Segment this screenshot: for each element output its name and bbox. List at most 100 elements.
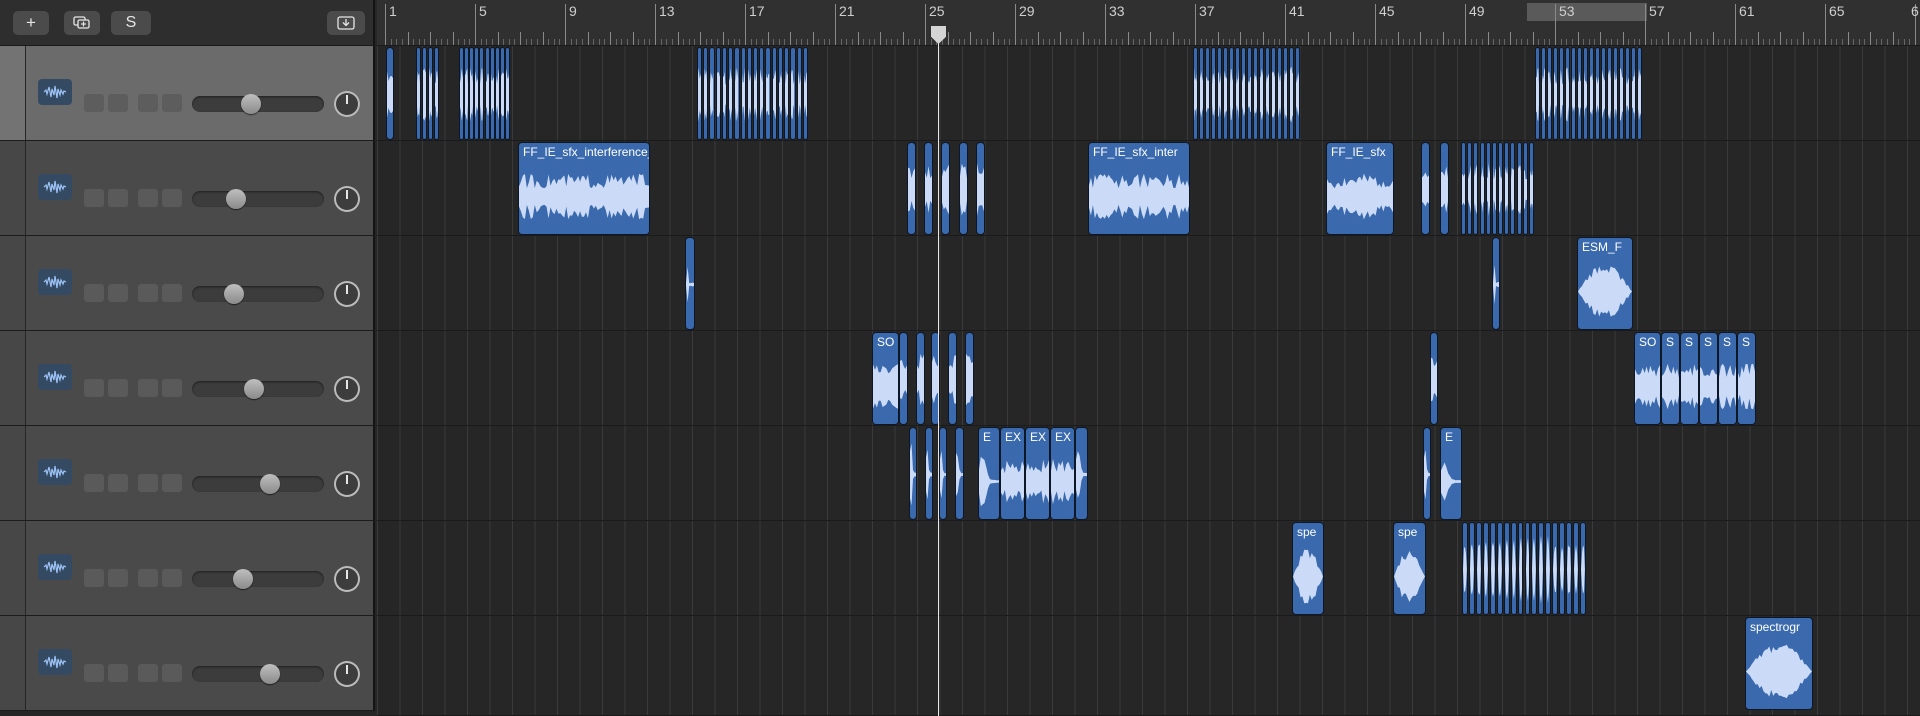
audio-region[interactable] [1571,47,1576,140]
track-lane[interactable] [377,616,1920,716]
audio-region[interactable] [959,142,968,235]
audio-region[interactable] [703,47,709,140]
track-header[interactable] [0,616,375,711]
audio-region[interactable] [1565,47,1570,140]
track-header[interactable] [0,46,375,141]
track-lane[interactable] [377,521,1920,616]
audio-region[interactable]: E [1440,427,1462,520]
audio-region[interactable] [1517,522,1524,615]
audio-region[interactable]: SO [872,332,899,425]
audio-region[interactable] [1559,47,1564,140]
input-monitor-button[interactable] [162,379,182,397]
audio-region[interactable] [1552,522,1559,615]
mute-button[interactable] [84,189,104,207]
audio-region[interactable] [1601,47,1606,140]
audio-region[interactable] [1235,47,1240,140]
audio-region[interactable] [1491,142,1497,235]
mute-button[interactable] [84,474,104,492]
mute-button[interactable] [84,664,104,682]
volume-slider[interactable] [192,664,324,684]
solo-button[interactable] [108,284,128,302]
audio-region[interactable] [925,427,933,520]
audio-region[interactable] [1583,47,1588,140]
audio-region[interactable]: FF_IE_sfx [1326,142,1394,235]
audio-region[interactable] [1423,427,1431,520]
solo-button[interactable] [108,474,128,492]
record-enable-button[interactable] [138,474,158,492]
track-header[interactable] [0,236,375,331]
audio-region[interactable] [899,332,908,425]
audio-region[interactable] [1479,142,1485,235]
audio-region[interactable] [428,47,433,140]
arrange-area[interactable]: FF_IE_sfx_interference_ex FF_IE_sfx_inter… [377,46,1920,716]
download-button[interactable] [327,11,365,35]
audio-region[interactable] [697,47,703,140]
s-toggle-button[interactable]: S [111,11,151,35]
track-header[interactable] [0,521,375,616]
audio-region[interactable] [1531,522,1538,615]
audio-region[interactable]: EX [1025,427,1050,520]
track-header[interactable] [0,141,375,236]
audio-region[interactable]: spe [1292,522,1324,615]
record-enable-button[interactable] [138,189,158,207]
audio-region[interactable] [1467,142,1473,235]
audio-region[interactable] [434,47,439,140]
audio-region[interactable] [1075,427,1088,520]
track-header[interactable] [0,331,375,426]
record-enable-button[interactable] [138,94,158,112]
audio-region[interactable] [1253,47,1258,140]
audio-region[interactable] [1528,142,1534,235]
audio-region[interactable]: S [1661,332,1680,425]
solo-button[interactable] [108,94,128,112]
mute-button[interactable] [84,94,104,112]
audio-region[interactable]: S [1699,332,1718,425]
audio-region[interactable] [1241,47,1246,140]
audio-region[interactable] [1217,47,1222,140]
audio-region[interactable] [1498,142,1504,235]
audio-region[interactable] [1516,142,1522,235]
add-track-button[interactable]: + [13,11,49,35]
record-enable-button[interactable] [138,379,158,397]
audio-region[interactable]: spe [1393,522,1426,615]
audio-region[interactable] [1440,142,1449,235]
audio-region[interactable] [1496,522,1503,615]
duplicate-track-button[interactable] [64,11,100,35]
record-enable-button[interactable] [138,569,158,587]
volume-slider[interactable] [192,94,324,114]
audio-region[interactable] [484,47,490,140]
input-monitor-button[interactable] [162,189,182,207]
volume-slider[interactable] [192,474,324,494]
volume-slider-thumb[interactable] [241,94,262,114]
audio-region[interactable] [715,47,721,140]
audio-region[interactable]: FF_IE_sfx_inter [1088,142,1190,235]
audio-region[interactable] [771,47,777,140]
volume-slider-thumb[interactable] [244,379,265,399]
track-header[interactable] [0,426,375,521]
solo-button[interactable] [108,569,128,587]
audio-region[interactable] [955,427,964,520]
audio-region[interactable]: S [1737,332,1756,425]
audio-region[interactable]: FF_IE_sfx_interference_ex [518,142,650,235]
audio-region[interactable] [1619,47,1624,140]
audio-region[interactable] [1547,47,1552,140]
audio-region[interactable] [1492,237,1500,330]
audio-region[interactable] [1199,47,1204,140]
volume-slider[interactable] [192,284,324,304]
audio-region[interactable] [1637,47,1642,140]
audio-region[interactable] [1613,47,1618,140]
input-monitor-button[interactable] [162,569,182,587]
audio-region[interactable] [909,427,917,520]
audio-region[interactable] [734,47,740,140]
audio-region[interactable] [422,47,427,140]
audio-region[interactable] [753,47,759,140]
solo-button[interactable] [108,664,128,682]
track-lane[interactable] [377,426,1920,521]
audio-region[interactable] [1524,522,1531,615]
audio-region[interactable] [1229,47,1234,140]
audio-region[interactable] [1265,47,1270,140]
audio-region[interactable] [494,47,500,140]
audio-region[interactable] [907,142,916,235]
audio-region[interactable] [685,237,695,330]
audio-region[interactable] [777,47,784,140]
audio-region[interactable] [924,142,933,235]
